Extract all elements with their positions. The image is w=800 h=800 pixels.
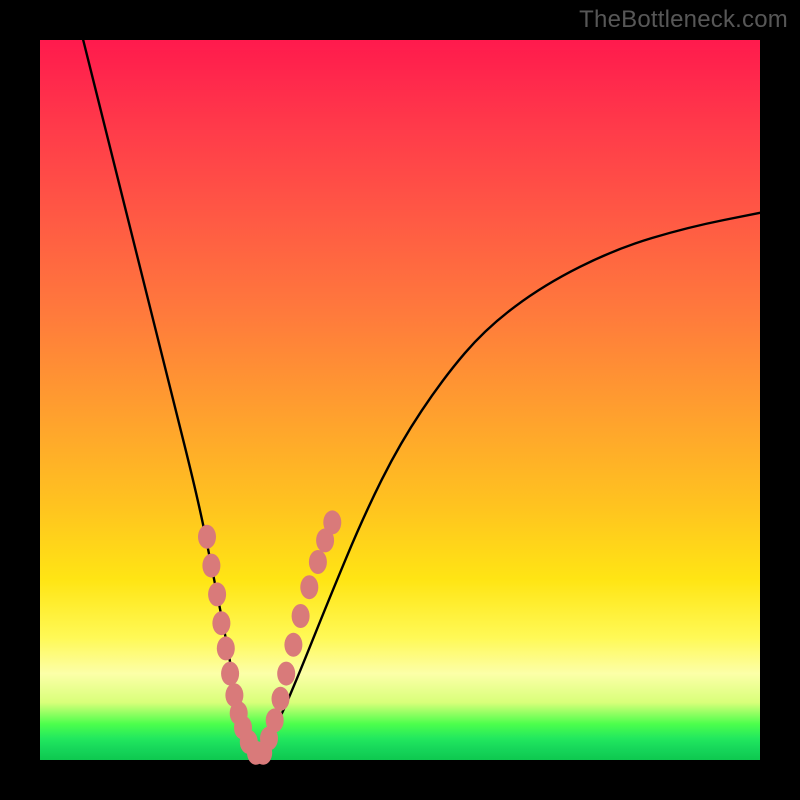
bottleneck-curve [83, 40, 760, 751]
marker-dot [277, 662, 295, 686]
chart-frame: TheBottleneck.com [0, 0, 800, 800]
watermark-text: TheBottleneck.com [579, 6, 788, 34]
left-branch-dot-group [198, 525, 265, 765]
marker-dot [202, 554, 220, 578]
marker-dot [323, 510, 341, 534]
marker-dot [208, 582, 226, 606]
plot-area [40, 40, 760, 760]
marker-dot [272, 687, 290, 711]
marker-dot [212, 611, 230, 635]
marker-dot [292, 604, 310, 628]
marker-dot [309, 550, 327, 574]
marker-dot [284, 633, 302, 657]
marker-dot [300, 575, 318, 599]
marker-dot [266, 708, 284, 732]
right-branch-dot-group [254, 510, 341, 764]
marker-dot [217, 636, 235, 660]
marker-dot [221, 662, 239, 686]
curve-svg [40, 40, 760, 760]
marker-dot [198, 525, 216, 549]
